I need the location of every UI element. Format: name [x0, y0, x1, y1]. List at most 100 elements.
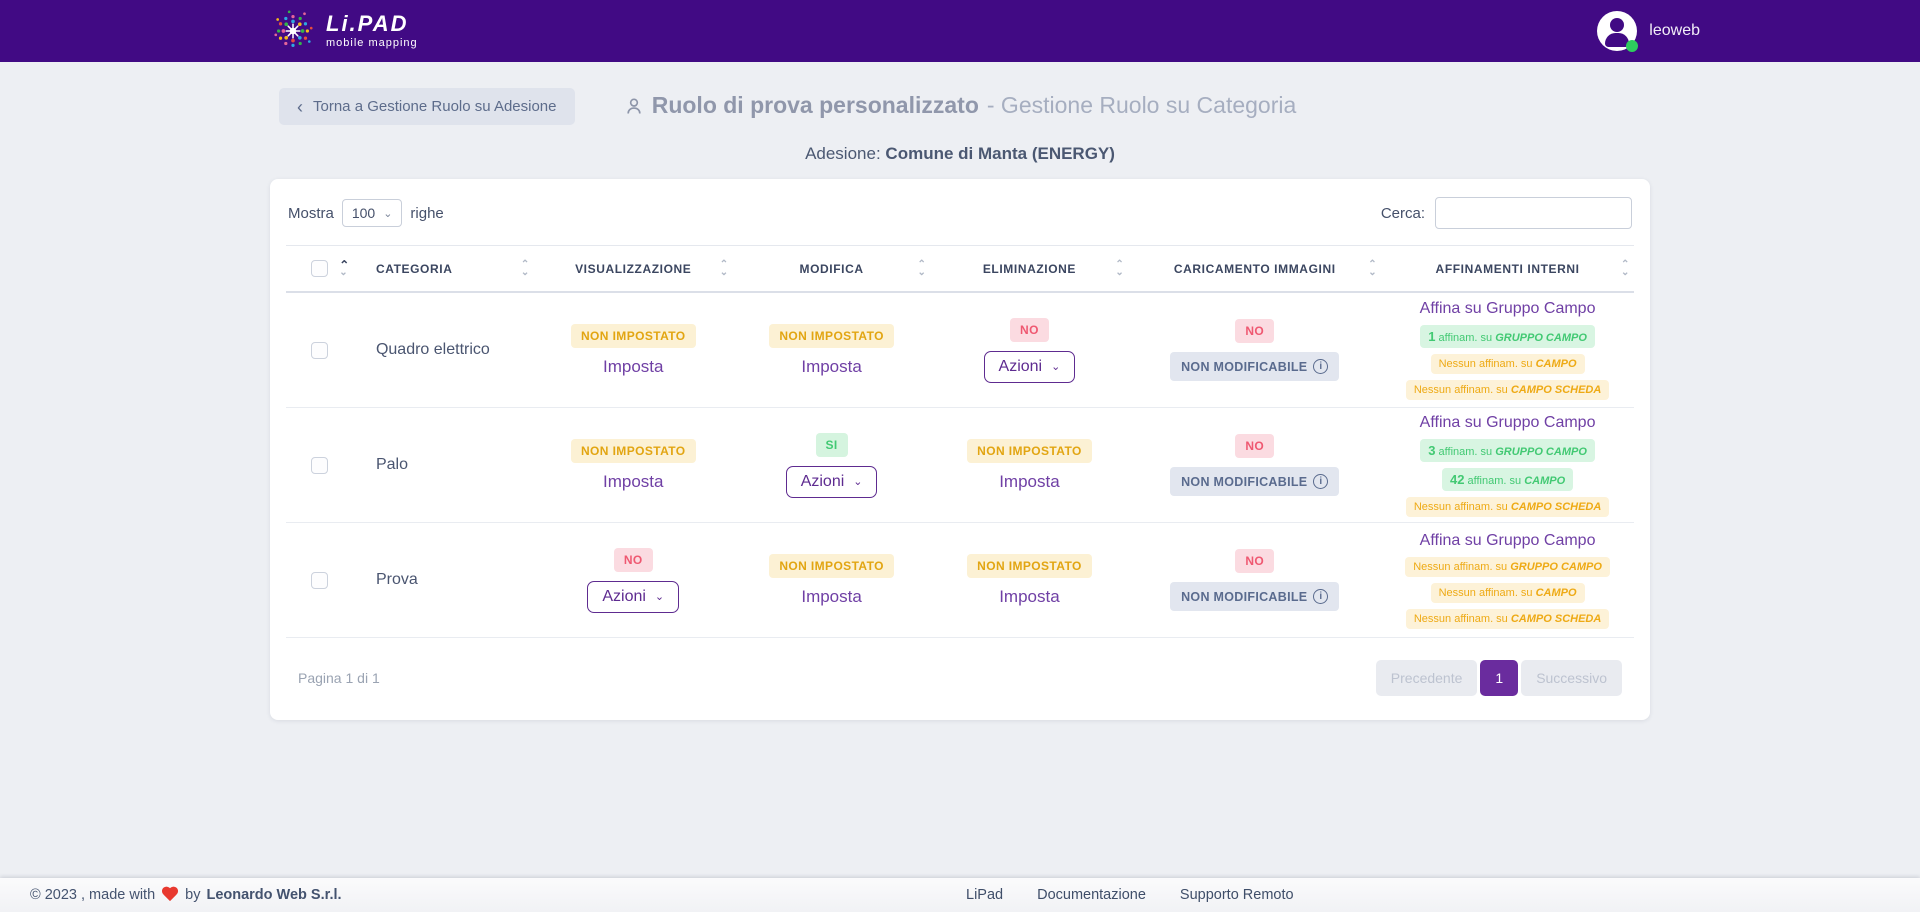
- role-name: Ruolo di prova personalizzato: [652, 92, 979, 119]
- pagination-info: Pagina 1 di 1: [298, 670, 380, 686]
- affina-gruppo-campo-link[interactable]: Affina su Gruppo Campo: [1420, 414, 1596, 432]
- person-icon: [624, 96, 644, 116]
- footer-link-supporto-remoto[interactable]: Supporto Remoto: [1180, 887, 1294, 903]
- sort-icons[interactable]: ⌃⌄: [1368, 261, 1377, 277]
- imposta-link[interactable]: Imposta: [603, 357, 663, 377]
- chevron-down-icon: ⌄: [655, 590, 664, 603]
- column-categoria: CATEGORIA: [376, 262, 453, 276]
- search-input[interactable]: [1435, 197, 1632, 229]
- logo-title: Li.PAD: [326, 13, 418, 35]
- azioni-dropdown[interactable]: Azioni ⌄: [587, 581, 679, 613]
- avatar: [1597, 11, 1637, 51]
- adesione-value: Comune di Manta (ENERGY): [885, 144, 1115, 163]
- status-badge: NO: [1235, 434, 1274, 458]
- affinamenti-pill: Nessun affinam. su GRUPPO CAMPO: [1405, 557, 1610, 577]
- non-modificabile-badge: NON MODIFICABILE i: [1170, 467, 1339, 496]
- column-caricamento-immagini: CARICAMENTO IMMAGINI: [1174, 262, 1336, 276]
- azioni-dropdown[interactable]: Azioni ⌄: [786, 466, 878, 498]
- current-page-button[interactable]: 1: [1480, 660, 1518, 696]
- footer-link-lipad[interactable]: LiPad: [966, 887, 1003, 903]
- page-title: Ruolo di prova personalizzato - Gestione…: [270, 92, 1650, 119]
- non-modificabile-badge: NON MODIFICABILE i: [1170, 582, 1339, 611]
- rows-per-page-select[interactable]: 100 ⌄: [342, 199, 403, 227]
- azioni-dropdown[interactable]: Azioni ⌄: [984, 351, 1076, 383]
- column-affinamenti-interni: AFFINAMENTI INTERNI: [1436, 262, 1580, 276]
- footer-links: LiPad Documentazione Supporto Remoto: [966, 887, 1294, 903]
- affinamenti-pill: 42 affinam. su CAMPO: [1442, 468, 1573, 491]
- affinamenti-pill: Nessun affinam. su CAMPO SCHEDA: [1406, 609, 1609, 629]
- affinamenti-pill: Nessun affinam. su CAMPO: [1431, 583, 1585, 603]
- chevron-down-icon: ⌄: [1051, 360, 1060, 373]
- status-badge: NO: [1235, 319, 1274, 343]
- roles-table-card: Mostra 100 ⌄ righe Cerca: ⌃⌄ CATEGORIA ⌃…: [270, 179, 1650, 720]
- status-badge: NON IMPOSTATO: [571, 324, 696, 348]
- app-logo[interactable]: Li.PAD mobile mapping: [270, 8, 418, 54]
- affinamenti-pill: 1 affinam. su GRUPPO CAMPO: [1420, 325, 1595, 348]
- info-icon[interactable]: i: [1313, 474, 1328, 489]
- category-name: Palo: [354, 456, 534, 474]
- affinamenti-pill: Nessun affinam. su CAMPO SCHEDA: [1406, 497, 1609, 517]
- status-badge: SI: [816, 433, 848, 457]
- imposta-link[interactable]: Imposta: [603, 472, 663, 492]
- imposta-link[interactable]: Imposta: [801, 357, 861, 377]
- status-badge: NON IMPOSTATO: [571, 439, 696, 463]
- show-label: Mostra: [288, 205, 334, 222]
- column-visualizzazione: VISUALIZZAZIONE: [575, 262, 691, 276]
- next-page-button[interactable]: Successivo: [1521, 660, 1622, 696]
- table-row: Prova NO Azioni ⌄ NON IMPOSTATO Imposta NO…: [286, 523, 1634, 638]
- info-icon[interactable]: i: [1313, 589, 1328, 604]
- status-badge: NON IMPOSTATO: [769, 324, 894, 348]
- status-badge: NON IMPOSTATO: [967, 439, 1092, 463]
- select-all-checkbox[interactable]: [311, 260, 328, 277]
- table-body: Quadro elettrico NON IMPOSTATO Imposta NO…: [286, 293, 1634, 638]
- sort-icons[interactable]: ⌃⌄: [720, 261, 729, 277]
- row-checkbox[interactable]: [311, 457, 328, 474]
- logo-starburst-icon: [270, 8, 316, 54]
- table-header: ⌃⌄ CATEGORIA ⌃⌄ VISUALIZZAZIONE ⌃⌄ MODIF…: [286, 245, 1634, 293]
- footer-link-documentazione[interactable]: Documentazione: [1037, 887, 1146, 903]
- imposta-link[interactable]: Imposta: [999, 587, 1059, 607]
- chevron-down-icon: ⌄: [383, 207, 392, 220]
- sort-icons[interactable]: ⌃⌄: [918, 261, 927, 277]
- affina-gruppo-campo-link[interactable]: Affina su Gruppo Campo: [1420, 532, 1596, 550]
- status-badge: NON IMPOSTATO: [769, 554, 894, 578]
- logo-subtitle: mobile mapping: [326, 38, 418, 49]
- category-name: Prova: [354, 571, 534, 589]
- footer: © 2023 , made with by Leonardo Web S.r.l…: [0, 878, 1920, 912]
- table-row: Palo NON IMPOSTATOImposta SIAzioni ⌄ NON…: [286, 408, 1634, 523]
- rows-per-page-value: 100: [352, 205, 375, 221]
- affinamenti-pill: Nessun affinam. su CAMPO: [1431, 354, 1585, 374]
- navbar: Li.PAD mobile mapping leoweb: [0, 0, 1920, 62]
- status-badge: NO: [614, 548, 653, 572]
- user-menu[interactable]: leoweb: [1597, 11, 1700, 51]
- status-badge: NO: [1010, 318, 1049, 342]
- heart-icon: [161, 887, 179, 903]
- sort-icons[interactable]: ⌃⌄: [1621, 261, 1630, 277]
- category-name: Quadro elettrico: [354, 341, 534, 359]
- column-eliminazione: ELIMINAZIONE: [983, 262, 1076, 276]
- column-modifica: MODIFICA: [800, 262, 864, 276]
- non-modificabile-badge: NON MODIFICABILE i: [1170, 352, 1339, 381]
- adesione-label: Adesione:: [805, 144, 881, 163]
- title-suffix: - Gestione Ruolo su Categoria: [987, 92, 1296, 119]
- status-badge: NO: [1235, 549, 1274, 573]
- sort-icons[interactable]: ⌃⌄: [521, 261, 530, 277]
- imposta-link[interactable]: Imposta: [801, 587, 861, 607]
- sort-icons[interactable]: ⌃⌄: [1115, 261, 1124, 277]
- company-name: Leonardo Web S.r.l.: [206, 887, 341, 903]
- row-checkbox[interactable]: [311, 342, 328, 359]
- affinamenti-pill: Nessun affinam. su CAMPO SCHEDA: [1406, 380, 1609, 400]
- sort-icons[interactable]: ⌃⌄: [339, 261, 350, 277]
- row-checkbox[interactable]: [311, 572, 328, 589]
- affinamenti-pill: 3 affinam. su GRUPPO CAMPO: [1420, 439, 1595, 462]
- info-icon[interactable]: i: [1313, 359, 1328, 374]
- imposta-link[interactable]: Imposta: [999, 472, 1059, 492]
- status-badge: NON IMPOSTATO: [967, 554, 1092, 578]
- copyright: © 2023 , made with by Leonardo Web S.r.l…: [0, 887, 342, 903]
- adesione-line: Adesione: Comune di Manta (ENERGY): [0, 144, 1920, 164]
- previous-page-button[interactable]: Precedente: [1376, 660, 1478, 696]
- affina-gruppo-campo-link[interactable]: Affina su Gruppo Campo: [1420, 300, 1596, 318]
- search-label: Cerca:: [1381, 205, 1425, 222]
- chevron-down-icon: ⌄: [853, 475, 862, 488]
- username: leoweb: [1649, 22, 1700, 40]
